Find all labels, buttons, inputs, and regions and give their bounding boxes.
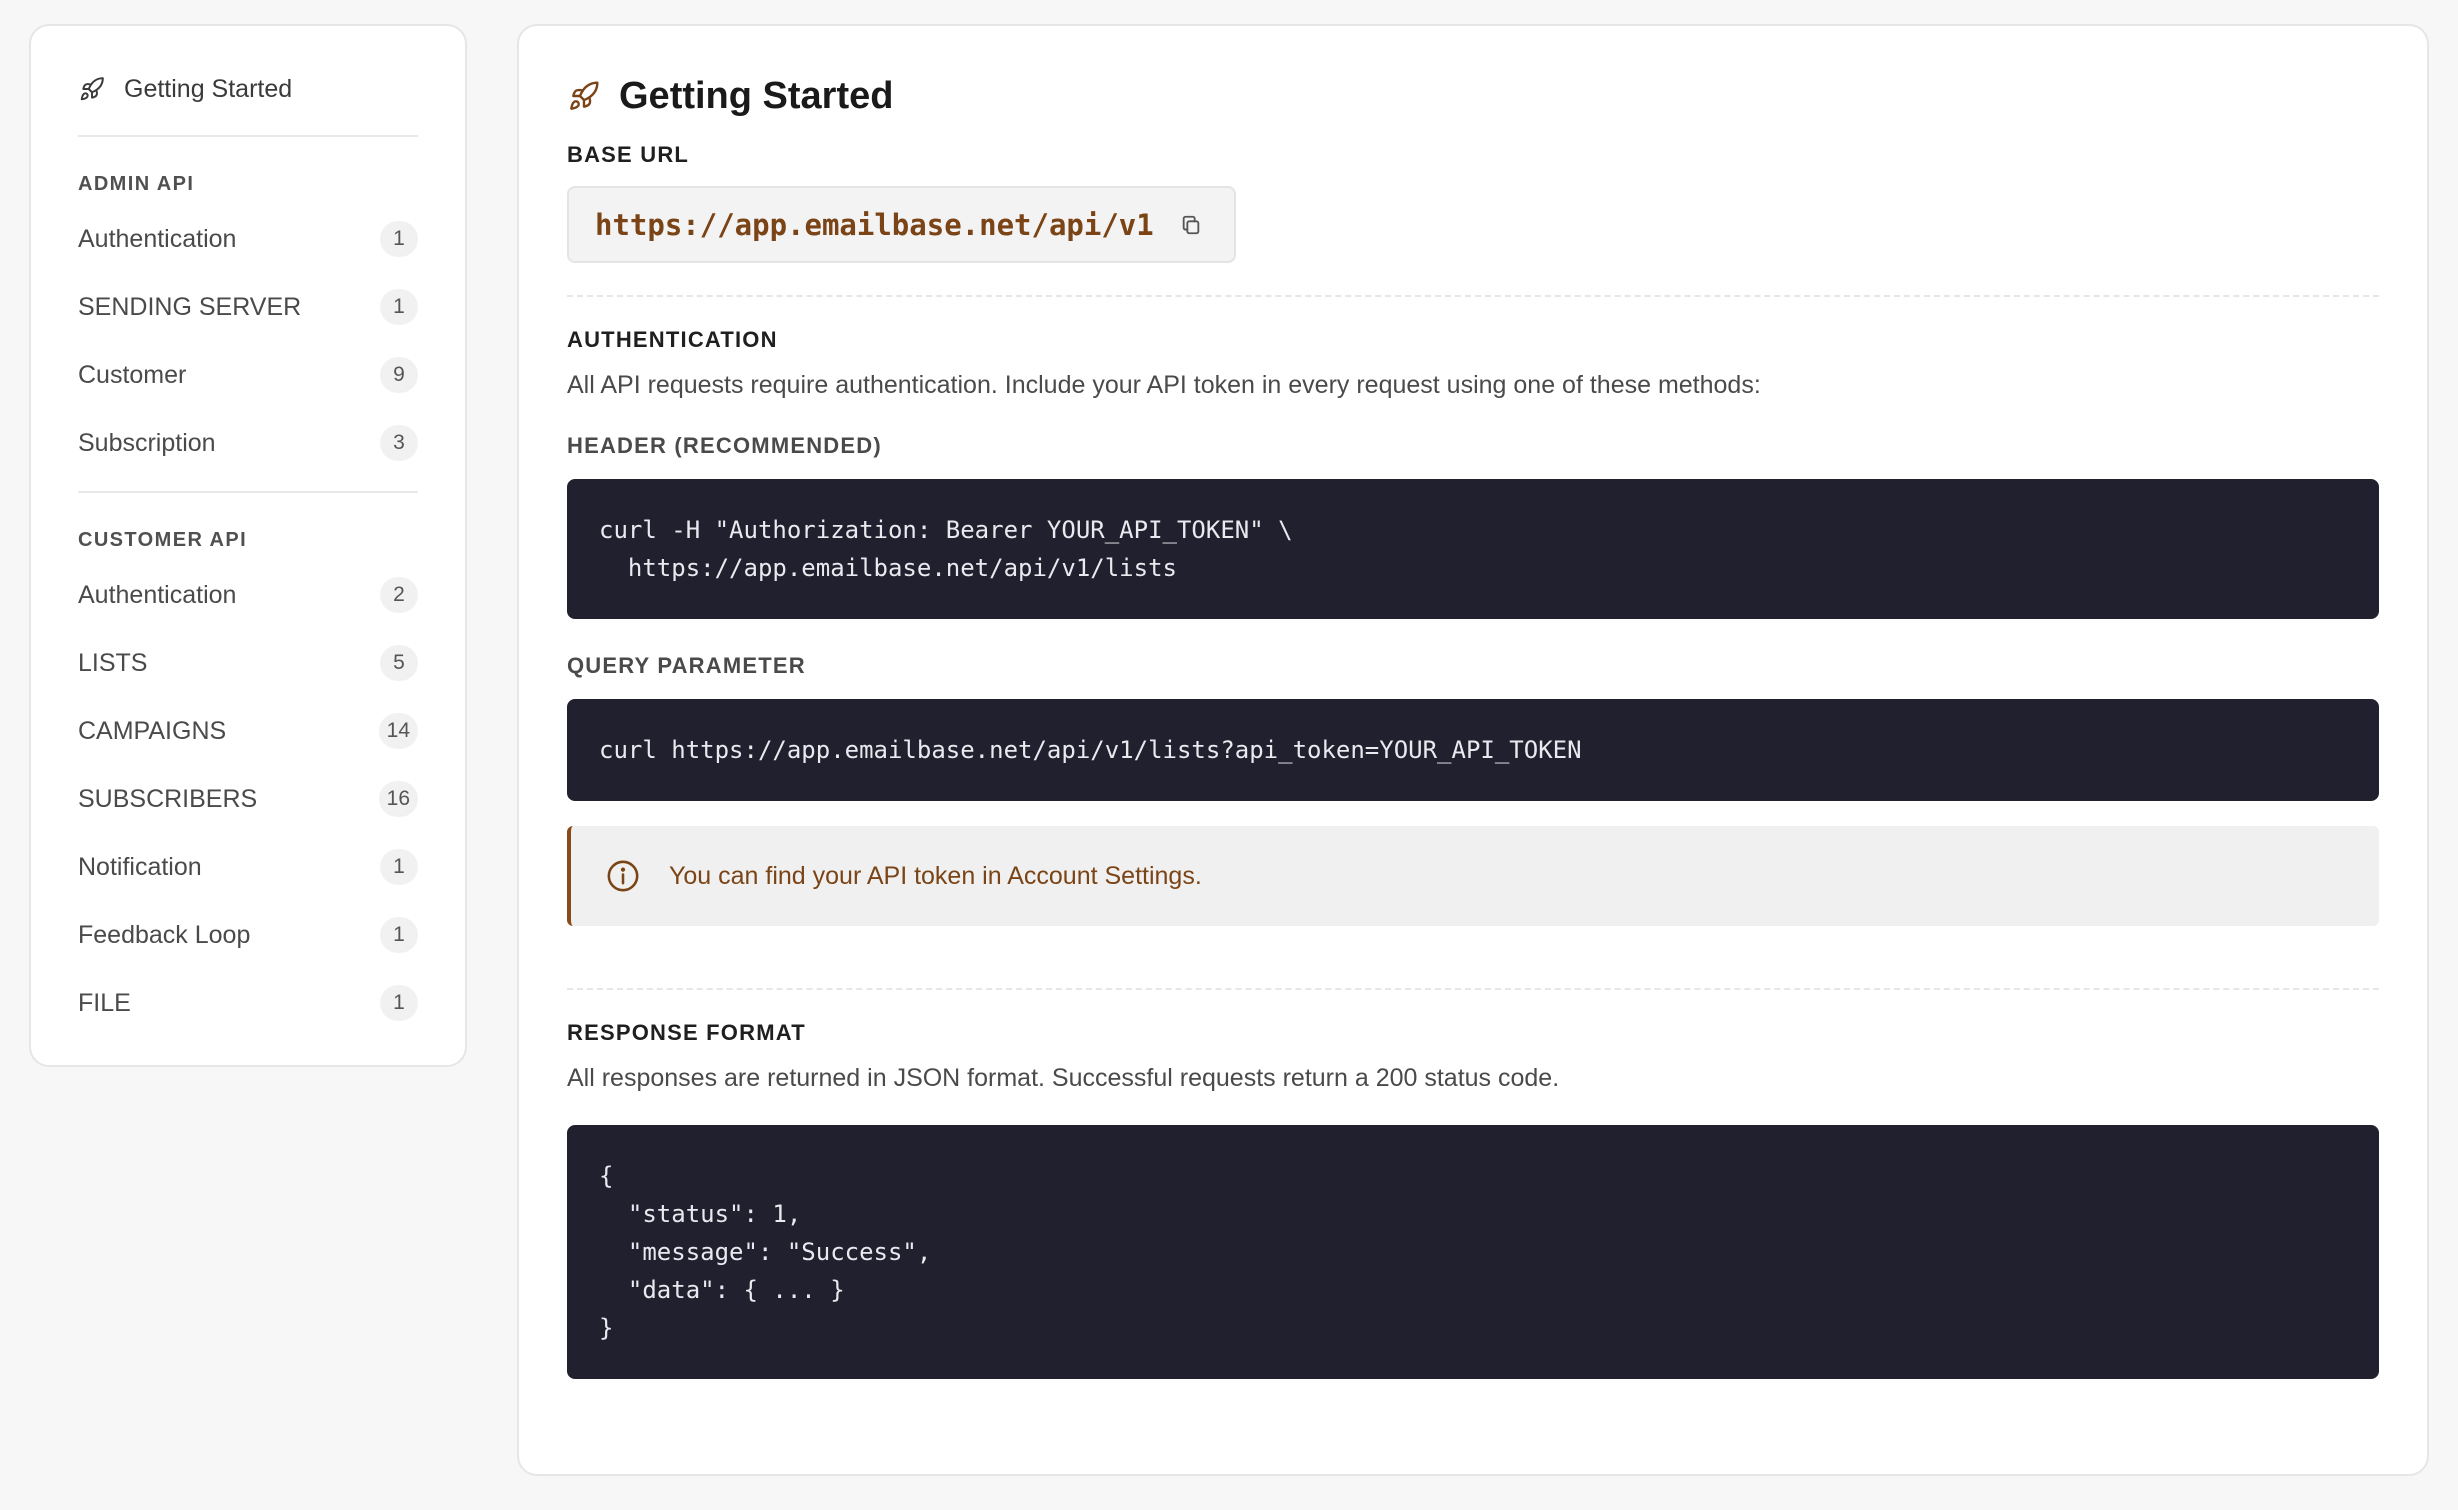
sidebar-item-getting-started[interactable]: Getting Started: [78, 68, 418, 110]
info-icon: [605, 858, 641, 894]
page-title: Getting Started: [619, 74, 894, 117]
sidebar-item-label: Notification: [78, 852, 202, 881]
sidebar-item-customer-authentication[interactable]: Authentication 2: [78, 561, 418, 629]
divider: [78, 135, 418, 137]
count-badge: 1: [380, 849, 418, 885]
info-callout: You can find your API token in Account S…: [567, 826, 2379, 926]
count-badge: 14: [378, 713, 418, 749]
sidebar-item-campaigns[interactable]: CAMPAIGNS 14: [78, 697, 418, 765]
sidebar-item-label: Feedback Loop: [78, 920, 251, 949]
sidebar-item-label: Getting Started: [124, 74, 293, 103]
info-text: You can find your API token in Account S…: [669, 861, 1202, 890]
response-format-heading: RESPONSE FORMAT: [567, 1020, 806, 1045]
sidebar-item-label: SUBSCRIBERS: [78, 784, 258, 813]
base-url-value: https://app.emailbase.net/api/v1: [595, 207, 1154, 242]
sidebar-item-label: Subscription: [78, 428, 216, 457]
count-badge: 9: [380, 357, 418, 393]
section-title-admin-api: ADMIN API: [78, 173, 195, 195]
page-title-row: Getting Started: [567, 72, 2379, 120]
copy-icon[interactable]: [1178, 212, 1204, 238]
authentication-heading: AUTHENTICATION: [567, 327, 778, 352]
base-url-label: BASE URL: [567, 142, 690, 167]
query-method-label: QUERY PARAMETER: [567, 653, 806, 678]
sidebar-item-label: Authentication: [78, 224, 237, 253]
sidebar-item-label: LISTS: [78, 648, 148, 677]
sidebar-item-subscribers[interactable]: SUBSCRIBERS 16: [78, 765, 418, 833]
sidebar-item-label: SENDING SERVER: [78, 292, 302, 321]
sidebar-nav: Getting Started ADMIN API Authentication…: [29, 24, 467, 1067]
main-content: Getting Started BASE URL https://app.ema…: [517, 24, 2429, 1476]
sidebar-item-admin-authentication[interactable]: Authentication 1: [78, 205, 418, 273]
response-code-block: { "status": 1, "message": "Success", "da…: [567, 1125, 2379, 1379]
count-badge: 16: [378, 781, 418, 817]
count-badge: 1: [380, 289, 418, 325]
section-divider: [567, 988, 2379, 990]
section-divider: [567, 295, 2379, 297]
count-badge: 1: [380, 917, 418, 953]
header-method-label: HEADER (RECOMMENDED): [567, 433, 882, 458]
sidebar-item-label: FILE: [78, 988, 131, 1017]
count-badge: 1: [380, 221, 418, 257]
count-badge: 2: [380, 577, 418, 613]
rocket-icon: [567, 79, 601, 113]
sidebar-item-notification[interactable]: Notification 1: [78, 833, 418, 901]
sidebar-item-feedback-loop[interactable]: Feedback Loop 1: [78, 901, 418, 969]
sidebar-item-customer[interactable]: Customer 9: [78, 341, 418, 409]
sidebar-item-sending-server[interactable]: SENDING SERVER 1: [78, 273, 418, 341]
query-code-block: curl https://app.emailbase.net/api/v1/li…: [567, 699, 2379, 801]
count-badge: 5: [380, 645, 418, 681]
sidebar-item-label: Authentication: [78, 580, 237, 609]
section-title-customer-api: CUSTOMER API: [78, 529, 248, 551]
sidebar-item-label: CAMPAIGNS: [78, 716, 227, 745]
header-code-block: curl -H "Authorization: Bearer YOUR_API_…: [567, 479, 2379, 619]
rocket-icon: [78, 75, 106, 103]
base-url-box: https://app.emailbase.net/api/v1: [567, 186, 1236, 263]
response-format-description: All responses are returned in JSON forma…: [567, 1064, 1560, 1092]
sidebar-item-label: Customer: [78, 360, 187, 389]
sidebar-item-subscription[interactable]: Subscription 3: [78, 409, 418, 477]
authentication-description: All API requests require authentication.…: [567, 371, 1761, 399]
sidebar-item-file[interactable]: FILE 1: [78, 969, 418, 1037]
divider: [78, 491, 418, 493]
count-badge: 3: [380, 425, 418, 461]
count-badge: 1: [380, 985, 418, 1021]
sidebar-item-lists[interactable]: LISTS 5: [78, 629, 418, 697]
